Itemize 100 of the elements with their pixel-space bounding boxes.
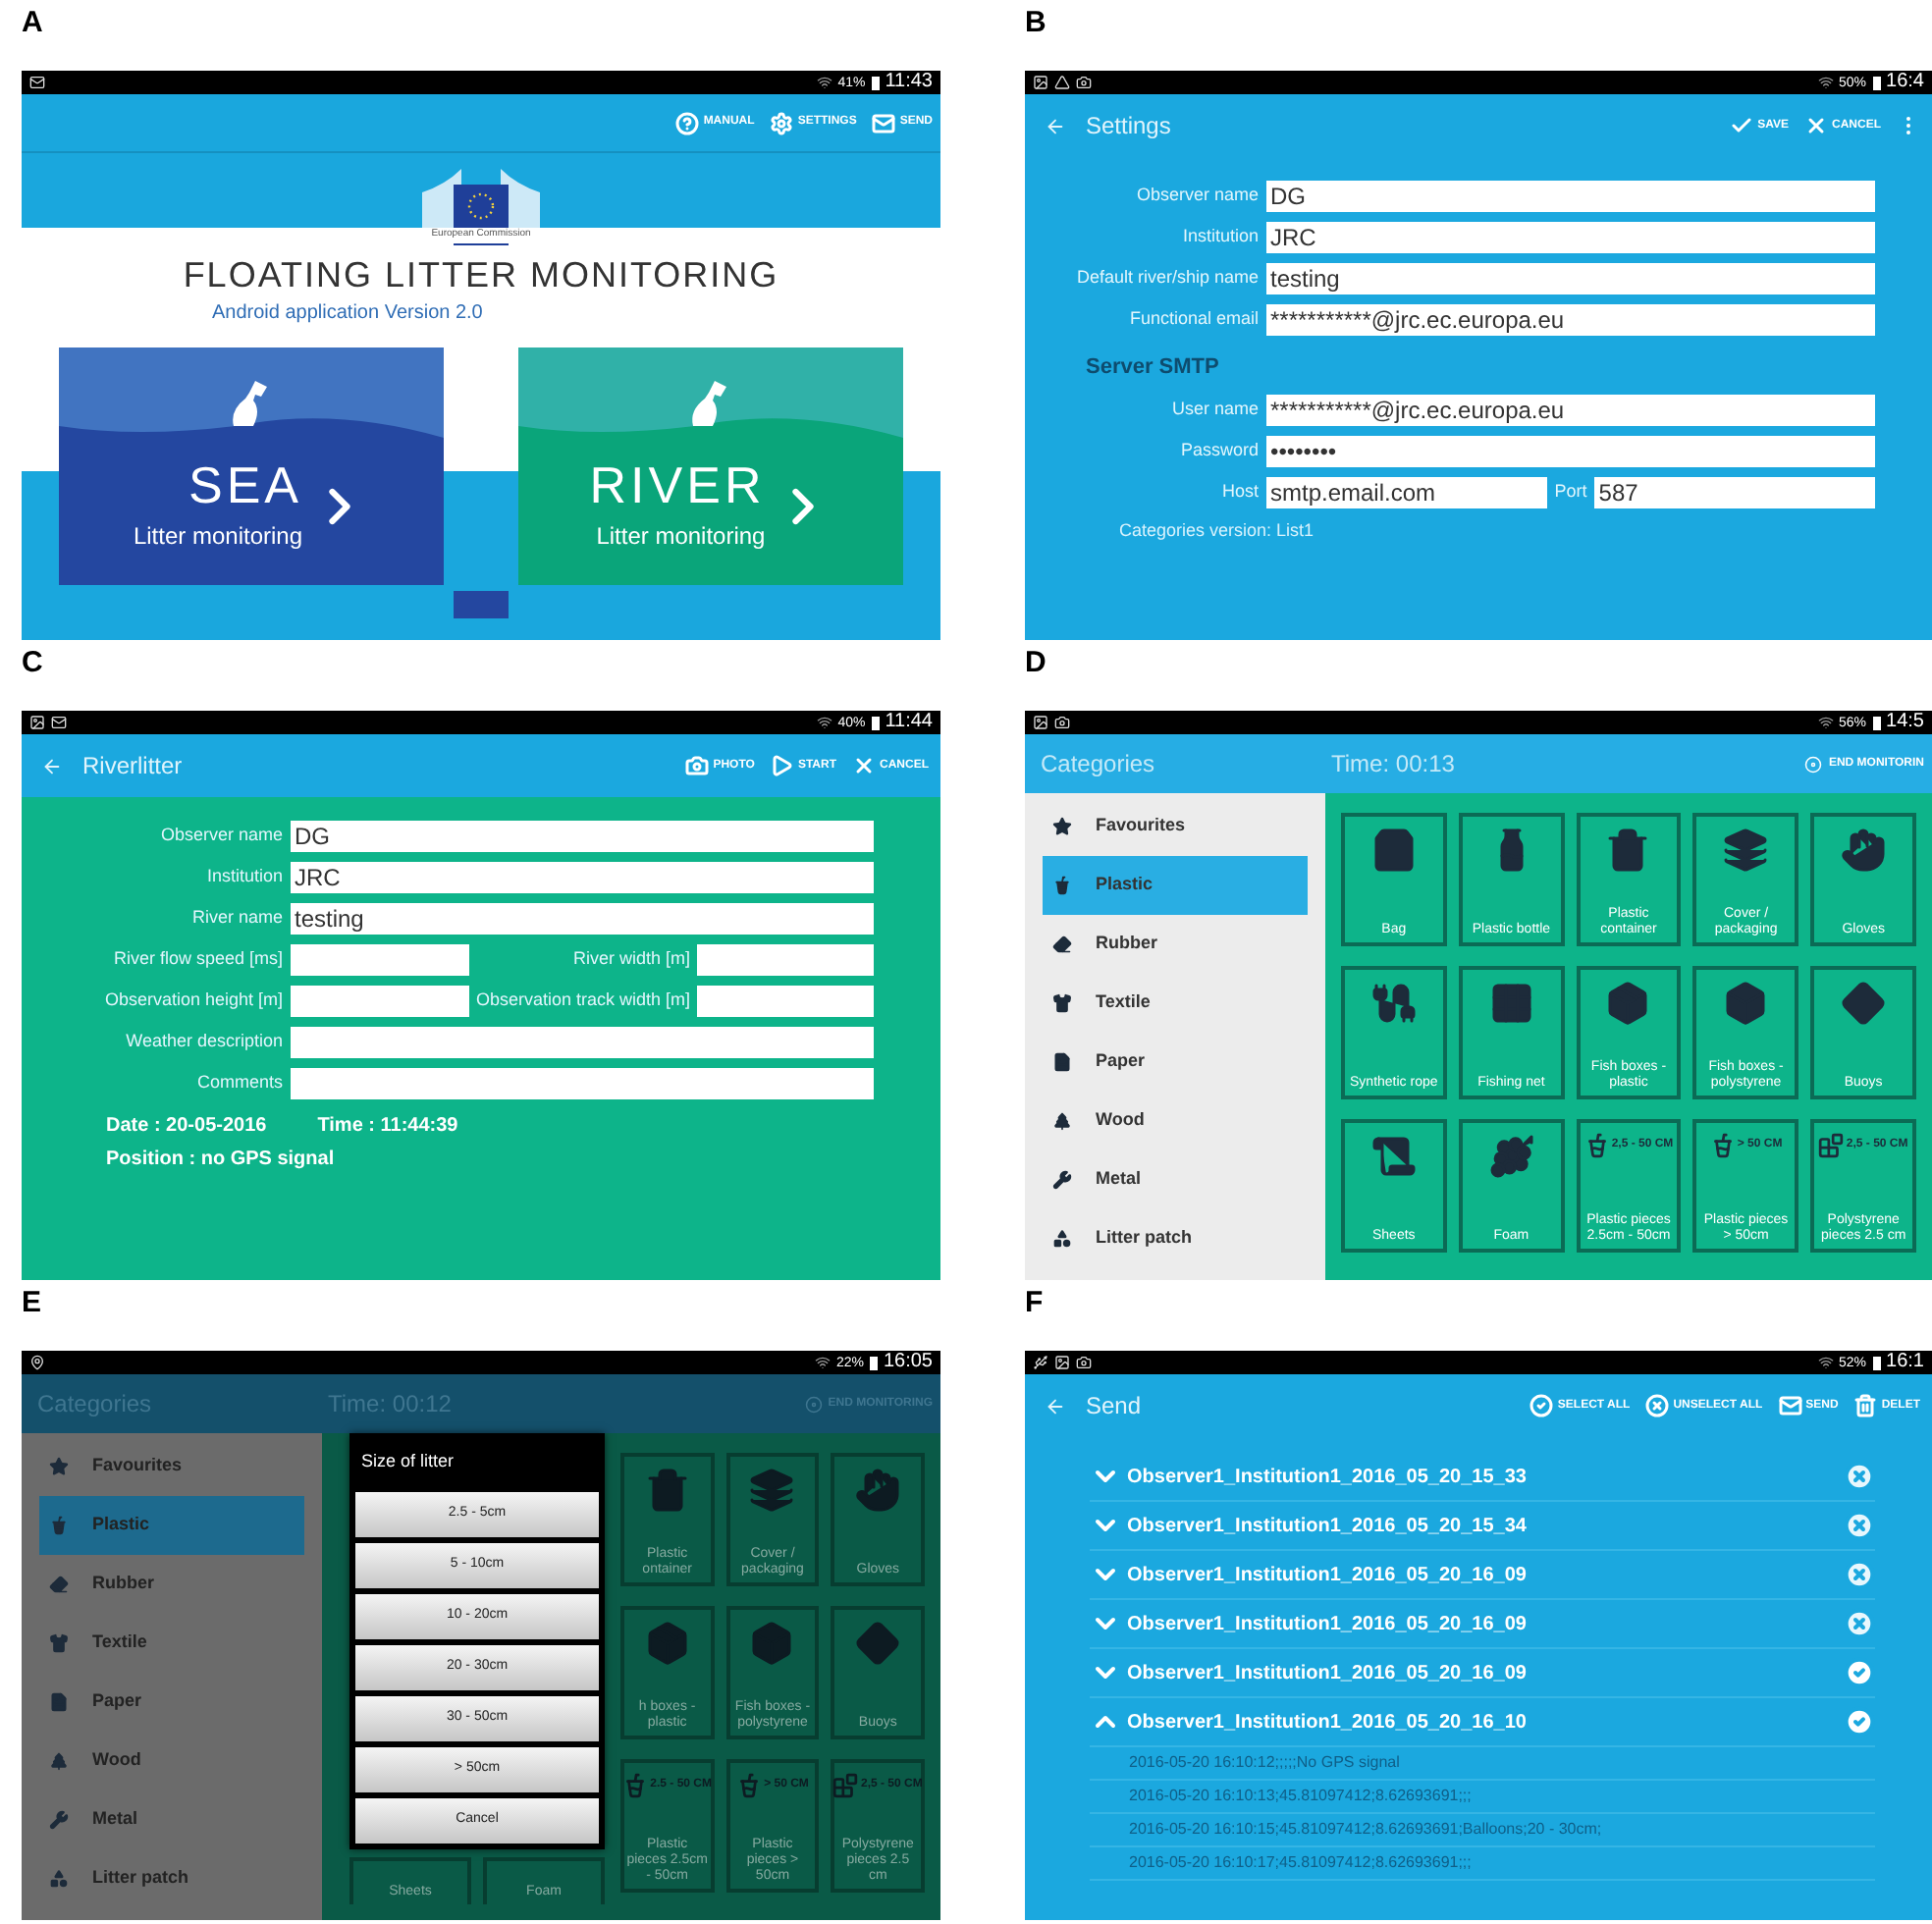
field-label: Institution — [1180, 224, 1261, 250]
star-icon — [49, 1457, 69, 1476]
field-label: Observer name — [158, 823, 285, 849]
card-subtitle: Litter monitoring — [596, 519, 766, 553]
cup-icon — [1583, 1133, 1610, 1158]
category-item[interactable]: Paper — [39, 1673, 304, 1732]
file-name: Observer1_Institution1_2016_05_20_16_09 — [1127, 1611, 1527, 1638]
category-item[interactable]: Favourites — [1043, 797, 1308, 856]
hand-icon — [854, 1467, 902, 1514]
battery-icon — [869, 1356, 878, 1369]
panel-letter: B — [1025, 8, 1046, 37]
input-field[interactable]: JRC — [291, 862, 874, 893]
panel-letter: D — [1025, 648, 1046, 677]
diamond-icon — [1840, 980, 1888, 1027]
category-item[interactable]: Wood — [39, 1732, 304, 1790]
x-circle-icon[interactable] — [1844, 1608, 1875, 1639]
battery-icon — [871, 76, 880, 89]
category-item[interactable]: Plastic — [39, 1496, 304, 1555]
input-field[interactable]: ***********@jrc.ec.europa.eu — [1266, 304, 1875, 336]
clock-time: 16:05 — [883, 1353, 933, 1372]
shapes-icon — [1052, 1229, 1072, 1249]
file-row[interactable]: Observer1_Institution1_2016_05_20_16_09 — [1090, 1600, 1875, 1649]
input-field[interactable]: 587 — [1594, 476, 1876, 508]
cable-icon — [1369, 980, 1418, 1027]
input-field[interactable]: ***********@jrc.ec.europa.eu — [1266, 394, 1875, 425]
settings-icon — [770, 111, 794, 134]
category-item[interactable]: Wood — [1043, 1092, 1308, 1150]
field-label: Observation track width [m] — [473, 988, 692, 1014]
cup-icon — [622, 1773, 649, 1798]
grape-icon — [1487, 1133, 1535, 1180]
back-icon[interactable] — [41, 755, 63, 776]
record-line: 2016-05-20 16:10:15;45.81097412;8.62693691;Balloons;20 - 30cm; — [1129, 1818, 1602, 1842]
input-field[interactable]: testing — [291, 903, 874, 935]
position-text: Position : no GPS signal — [106, 1147, 337, 1174]
close-icon — [852, 754, 876, 777]
back-icon[interactable] — [1045, 1395, 1066, 1416]
panel-letter: C — [22, 648, 43, 677]
camera-icon — [685, 754, 710, 777]
category-item[interactable]: Rubber — [1043, 915, 1308, 974]
field-label: Observer name — [1134, 183, 1261, 209]
file-row[interactable]: Observer1_Institution1_2016_05_20_15_34 — [1090, 1502, 1875, 1551]
category-item[interactable]: Paper — [1043, 1033, 1308, 1092]
category-item[interactable]: Litter patch — [39, 1849, 304, 1908]
input-field[interactable] — [291, 944, 468, 976]
diamond-icon — [854, 1620, 902, 1667]
x-circle-icon[interactable] — [1844, 1510, 1875, 1541]
bin-icon — [1604, 827, 1652, 874]
file-row[interactable]: Observer1_Institution1_2016_05_20_15_33 — [1090, 1453, 1875, 1502]
card-title: SEA — [188, 458, 303, 509]
check-circle-icon[interactable] — [1844, 1657, 1875, 1688]
field-label: River width [m] — [570, 946, 692, 973]
layers-icon — [1722, 827, 1770, 874]
category-item[interactable]: Favourites — [39, 1437, 304, 1496]
x-circle-icon[interactable] — [1844, 1559, 1875, 1590]
time-text: Time : 11:44:39 — [317, 1113, 458, 1141]
input-field[interactable]: DG — [1266, 181, 1875, 212]
back-icon[interactable] — [1045, 115, 1066, 136]
input-field[interactable]: JRC — [1266, 222, 1875, 253]
panel-letter: E — [22, 1288, 42, 1317]
clock-time: 14:5 — [1886, 713, 1924, 732]
record-line: 2016-05-20 16:10:13;45.81097412;8.62693691;;; — [1129, 1785, 1472, 1808]
x-circle-icon — [1645, 1394, 1670, 1417]
check-circle-icon[interactable] — [1844, 1706, 1875, 1737]
camera-icon — [1076, 75, 1092, 90]
tree-icon — [49, 1751, 69, 1771]
category-item[interactable]: Metal — [1043, 1150, 1308, 1209]
input-field[interactable]: smtp.email.com — [1266, 476, 1547, 508]
input-field[interactable]: DG — [291, 821, 874, 852]
camera-icon — [1054, 715, 1070, 730]
wrench-icon — [1052, 1170, 1072, 1190]
tab-marker — [454, 591, 509, 618]
input-field[interactable] — [291, 1068, 874, 1099]
file-row[interactable]: Observer1_Institution1_2016_05_20_16_10 — [1090, 1698, 1875, 1747]
mail-icon — [1778, 1394, 1802, 1417]
category-item[interactable]: Textile — [39, 1614, 304, 1673]
mode-card[interactable]: SEA Litter monitoring — [59, 347, 444, 585]
category-item[interactable]: Litter patch — [1043, 1209, 1308, 1268]
cup-icon — [1052, 876, 1072, 895]
category-item[interactable]: Plastic — [1043, 856, 1308, 915]
input-field[interactable] — [291, 986, 468, 1017]
category-item[interactable]: Metal — [39, 1790, 304, 1849]
clock-time: 11:44 — [885, 713, 933, 732]
mode-card[interactable]: RIVER Litter monitoring — [518, 347, 903, 585]
file-name: Observer1_Institution1_2016_05_20_16_10 — [1127, 1709, 1527, 1737]
field-label: Comments — [194, 1070, 285, 1096]
input-field[interactable]: •••••••• — [1266, 435, 1875, 466]
category-item[interactable]: Rubber — [39, 1555, 304, 1614]
mail-icon — [29, 75, 45, 90]
input-field[interactable] — [696, 944, 874, 976]
category-item[interactable]: Textile — [1043, 974, 1308, 1033]
input-field[interactable]: testing — [1266, 263, 1875, 294]
file-name: Observer1_Institution1_2016_05_20_15_33 — [1127, 1464, 1527, 1491]
file-row[interactable]: Observer1_Institution1_2016_05_20_16_09 — [1090, 1649, 1875, 1698]
input-field[interactable] — [696, 986, 874, 1017]
input-field[interactable] — [291, 1027, 874, 1058]
field-label: River flow speed [ms] — [111, 946, 285, 973]
document-icon — [1052, 1052, 1072, 1072]
star-icon — [1052, 817, 1072, 836]
x-circle-icon[interactable] — [1844, 1461, 1875, 1492]
file-row[interactable]: Observer1_Institution1_2016_05_20_16_09 — [1090, 1551, 1875, 1600]
